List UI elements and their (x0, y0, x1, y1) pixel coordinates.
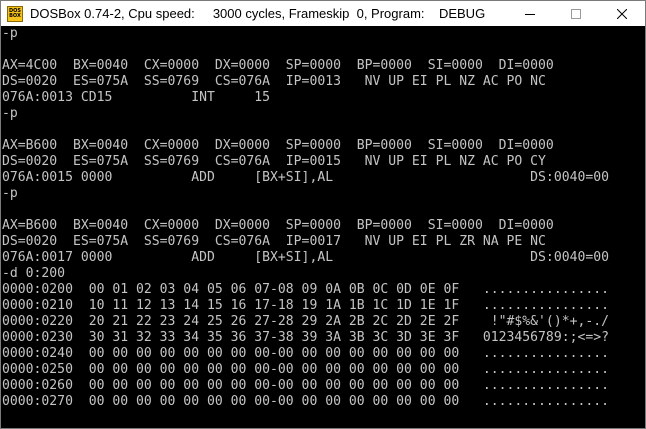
window-title: DOSBox 0.74-2, Cpu speed: 3000 cycles, F… (30, 6, 486, 21)
caption-buttons (507, 1, 645, 26)
dosbox-app-icon[interactable]: DOS BOX (7, 5, 23, 22)
console-line: AX=B600 BX=0040 CX=0000 DX=0000 SP=0000 … (2, 138, 554, 153)
console-line: -p (2, 26, 18, 41)
maximize-button[interactable] (553, 1, 599, 26)
debug-console-output[interactable]: -p AX=4C00 BX=0040 CX=0000 DX=0000 SP=000… (1, 26, 645, 428)
console-line: 076A:0013 CD15 INT 15 (2, 90, 271, 105)
minimize-button[interactable] (507, 1, 553, 26)
close-button[interactable] (599, 1, 645, 26)
console-line: 0000:0230 30 31 32 33 34 35 36 37-38 39 … (2, 330, 609, 345)
console-line: 076A:0015 0000 ADD [BX+SI],AL DS:0040=00 (2, 170, 609, 185)
console-line: 0000:0260 00 00 00 00 00 00 00 00-00 00 … (2, 378, 609, 393)
console-line: DS=0020 ES=075A SS=0769 CS=076A IP=0015 … (2, 154, 546, 169)
console-line: AX=B600 BX=0040 CX=0000 DX=0000 SP=0000 … (2, 218, 554, 233)
console-line: -d 0:200 (2, 266, 66, 281)
console-line: -p (2, 106, 18, 121)
console-line: 0000:0200 00 01 02 03 04 05 06 07-08 09 … (2, 282, 609, 297)
console-line: DS=0020 ES=075A SS=0769 CS=076A IP=0017 … (2, 234, 546, 249)
close-icon (617, 8, 627, 19)
minimize-icon (525, 13, 535, 15)
console-line: -p (2, 186, 18, 201)
console-line: 0000:0220 20 21 22 23 24 25 26 27-28 29 … (2, 314, 609, 329)
console-line: 076A:0017 0000 ADD [BX+SI],AL DS:0040=00 (2, 250, 609, 265)
console-line: 0000:0250 00 00 00 00 00 00 00 00-00 00 … (2, 362, 609, 377)
maximize-icon (571, 8, 581, 19)
console-line: 0000:0270 00 00 00 00 00 00 00 00-00 00 … (2, 394, 609, 409)
app-icon-text-bottom: BOX (9, 12, 21, 19)
console-line: AX=4C00 BX=0040 CX=0000 DX=0000 SP=0000 … (2, 58, 554, 73)
dosbox-window: DOS BOX DOSBox 0.74-2, Cpu speed: 3000 c… (0, 0, 646, 429)
console-line: DS=0020 ES=075A SS=0769 CS=076A IP=0013 … (2, 74, 546, 89)
console-line: 0000:0210 10 11 12 13 14 15 16 17-18 19 … (2, 298, 609, 313)
console-line: 0000:0240 00 00 00 00 00 00 00 00-00 00 … (2, 346, 609, 361)
title-bar[interactable]: DOS BOX DOSBox 0.74-2, Cpu speed: 3000 c… (1, 1, 645, 26)
